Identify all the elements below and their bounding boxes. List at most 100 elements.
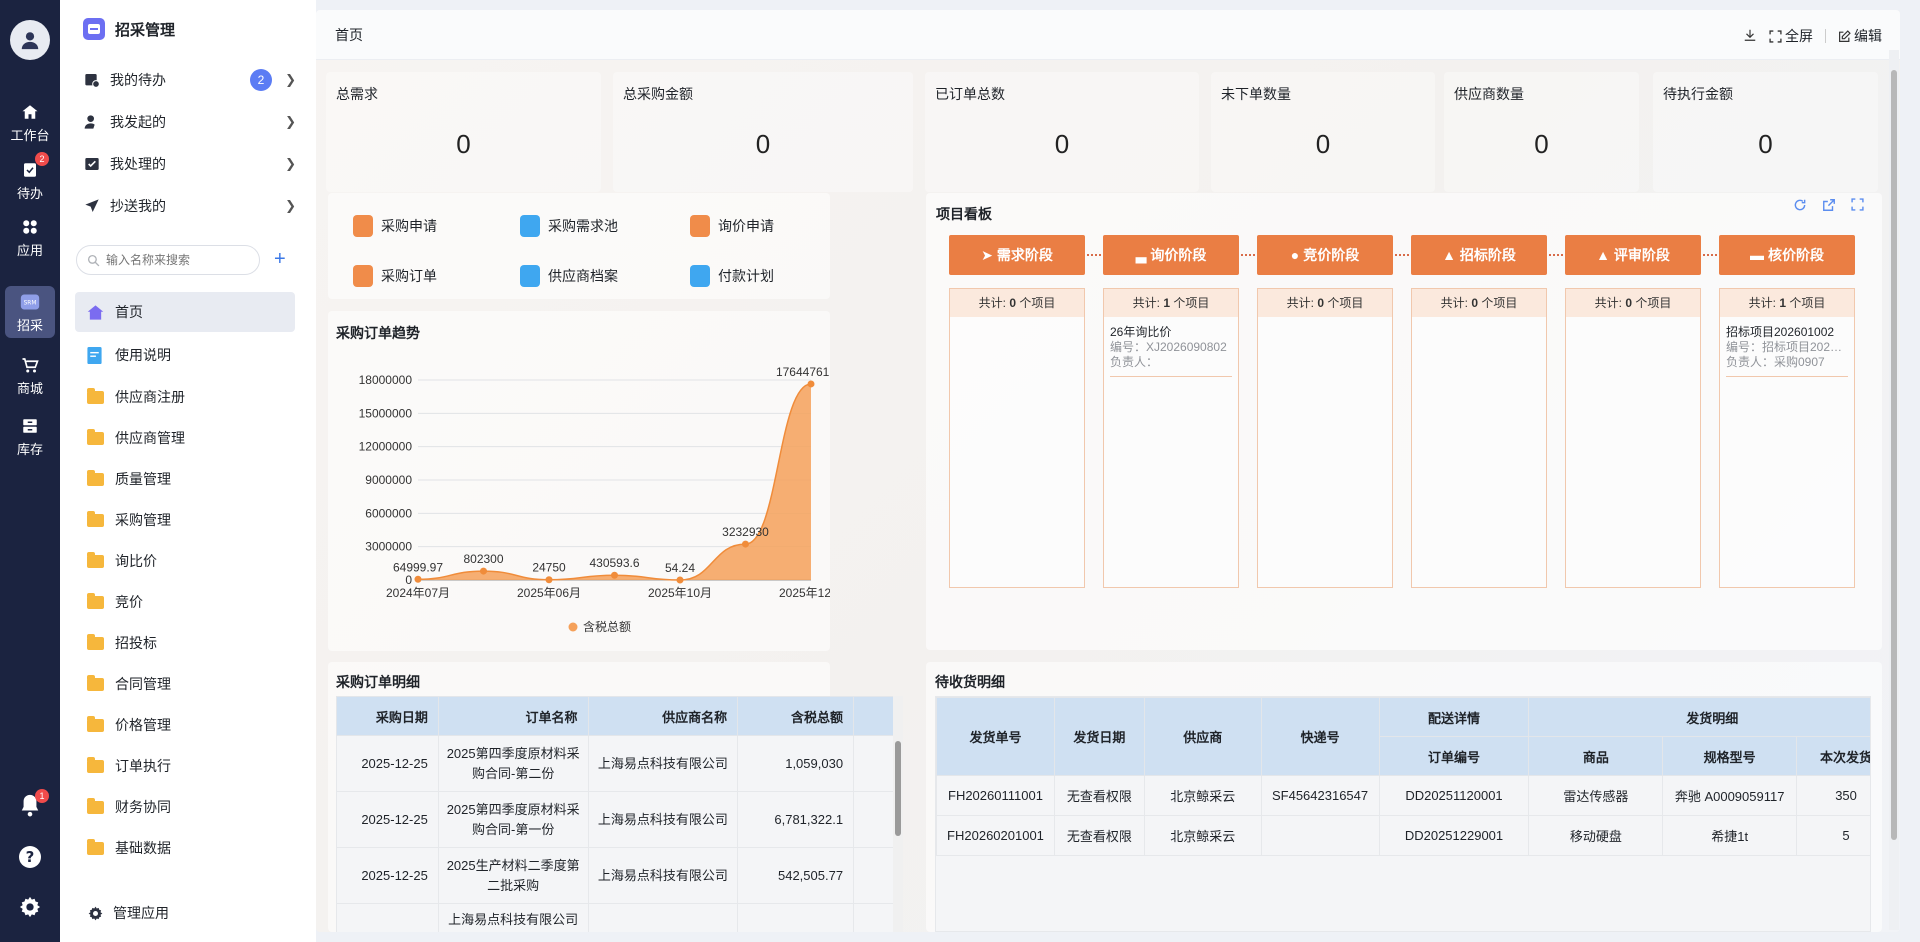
home-icon <box>19 101 41 123</box>
chart-title: 采购订单趋势 <box>336 325 420 341</box>
y-tick-label: 18000000 <box>359 373 413 387</box>
stage-button-pricing[interactable]: ▬ 核价阶段 <box>1719 235 1855 275</box>
rail-item-mall[interactable]: 商城 <box>0 350 60 400</box>
nav-item-bidding[interactable]: 竞价 <box>75 582 295 622</box>
search-input[interactable] <box>106 253 246 267</box>
todo-handled[interactable]: 我处理的 ❯ <box>84 150 296 178</box>
inquiry-request-icon <box>690 215 710 237</box>
quick-link-payment-plan[interactable]: 付款计划 <box>690 265 774 287</box>
rail-item-apps[interactable]: 应用 <box>0 212 60 262</box>
rail-item-workbench[interactable]: 工作台 <box>0 97 60 147</box>
data-label: 17644761.49 <box>776 365 830 379</box>
nav-item-manual[interactable]: 使用说明 <box>75 335 295 375</box>
rail-item-srm[interactable]: SRM 招采 <box>5 286 55 338</box>
todo-initiated[interactable]: 我发起的 ❯ <box>84 108 296 136</box>
task-icon: 2 <box>19 151 49 181</box>
main-scrollbar[interactable] <box>1889 50 1899 930</box>
search-box <box>76 245 260 275</box>
refresh-button[interactable] <box>1793 198 1807 215</box>
payment-plan-icon <box>690 265 710 287</box>
nav-item-quality[interactable]: 质量管理 <box>75 459 295 499</box>
table-row[interactable]: 上海易点科技有限公司 <box>336 903 900 932</box>
nav-item-finance[interactable]: 财务协同 <box>75 787 295 827</box>
svg-text:?: ? <box>26 848 35 866</box>
nav-item-contract[interactable]: 合同管理 <box>75 664 295 704</box>
y-tick-label: 0 <box>405 573 412 587</box>
stage-column-demand: 共计: 0 个项目 <box>949 288 1085 588</box>
todo-my-pending[interactable]: 我的待办 2 ❯ <box>84 66 296 94</box>
external-link-icon <box>1823 199 1835 211</box>
help-button[interactable]: ? <box>18 845 42 872</box>
download-button[interactable] <box>1743 28 1757 45</box>
quick-link-inquiry-request[interactable]: 询价申请 <box>690 215 774 237</box>
table-row[interactable]: FH20260201001 无查看权限 北京鲸采云 DD20251229001 … <box>936 815 1870 856</box>
nav-item-supplier-register[interactable]: 供应商注册 <box>75 377 295 417</box>
rail-item-todo[interactable]: 2 待办 <box>0 151 60 205</box>
stage-count: 共计: 1 个项目 <box>1104 289 1238 317</box>
edit-button[interactable]: 编辑 <box>1838 26 1882 46</box>
chevron-right-icon: ❯ <box>285 72 296 87</box>
nav-item-base-data[interactable]: 基础数据 <box>75 828 295 868</box>
stage-connector <box>1699 254 1717 256</box>
table-row[interactable]: 2025-12-25 2025第四季度原材料采购合同-第二份 上海易点科技有限公… <box>336 735 900 792</box>
stage-button-review[interactable]: ▲ 评审阶段 <box>1565 235 1701 275</box>
send-icon: ➤ <box>981 246 993 263</box>
doc-icon <box>87 346 105 364</box>
stage-column-auction: 共计: 0 个项目 <box>1257 288 1393 588</box>
quick-link-supplier-archive[interactable]: 供应商档案 <box>520 265 618 287</box>
stage-count: 共计: 0 个项目 <box>1412 289 1546 317</box>
settings-button[interactable] <box>19 896 41 921</box>
home-icon <box>87 303 105 321</box>
nav-item-supplier-manage[interactable]: 供应商管理 <box>75 418 295 458</box>
nav-item-home[interactable]: 首页 <box>75 292 295 332</box>
kanban-title: 项目看板 <box>936 206 992 222</box>
stage-button-tender[interactable]: ▲ 招标阶段 <box>1411 235 1547 275</box>
folder-icon <box>87 838 105 857</box>
project-card[interactable]: 招标项目202601002 编号：招标项目2026010 负责人：采购0907 <box>1726 325 1848 377</box>
nav-item-price[interactable]: 价格管理 <box>75 705 295 745</box>
table-row[interactable]: FH20260111001 无查看权限 北京鲸采云 SF45642316547 … <box>936 775 1870 816</box>
divider <box>1825 29 1826 43</box>
orders-scrollbar[interactable] <box>893 696 903 932</box>
stat-card-suppliers: 供应商数量 0 <box>1444 72 1639 192</box>
data-point <box>414 575 422 583</box>
legend-swatch <box>568 622 578 632</box>
stage-button-inquiry[interactable]: ▃ 询价阶段 <box>1103 235 1239 275</box>
expand-button[interactable] <box>1851 198 1864 214</box>
orders-title: 采购订单明细 <box>336 674 420 690</box>
bell-button[interactable]: 1 <box>19 789 49 820</box>
manage-app-button[interactable]: 管理应用 <box>88 903 169 923</box>
folder-icon <box>87 551 105 570</box>
rail-item-inventory[interactable]: 库存 <box>0 411 60 461</box>
folder-icon <box>87 469 105 488</box>
data-label: 430593.6 <box>589 556 639 570</box>
quick-link-demand-pool[interactable]: 采购需求池 <box>520 215 618 237</box>
stage-button-demand[interactable]: ➤ 需求阶段 <box>949 235 1085 275</box>
stat-card-total-demand: 总需求 0 <box>326 72 601 192</box>
refresh-icon <box>1794 199 1806 211</box>
quick-link-purchase-order[interactable]: 采购订单 <box>353 265 437 287</box>
stage-button-auction[interactable]: ● 竞价阶段 <box>1257 235 1393 275</box>
project-card[interactable]: 26年询比价 编号：XJ2026090802 负责人： <box>1110 325 1232 377</box>
chevron-right-icon: ❯ <box>285 114 296 129</box>
data-label: 802300 <box>463 552 503 566</box>
nav-item-order-exec[interactable]: 订单执行 <box>75 746 295 786</box>
todo-cc[interactable]: 抄送我的 ❯ <box>84 192 296 220</box>
gear-icon <box>88 906 103 920</box>
nav-item-purchase[interactable]: 采购管理 <box>75 500 295 540</box>
nav-item-tender[interactable]: 招投标 <box>75 623 295 663</box>
data-point <box>676 576 684 584</box>
gear-icon <box>19 896 41 918</box>
add-button[interactable]: + <box>274 248 286 271</box>
y-tick-label: 12000000 <box>359 440 413 454</box>
table-row[interactable]: 2025-12-25 2025生产材料二季度第二批采购 上海易点科技有限公司 5… <box>336 847 900 904</box>
nav-item-inquiry[interactable]: 询比价 <box>75 541 295 581</box>
avatar[interactable] <box>10 20 50 60</box>
table-row[interactable]: 2025-12-25 2025第四季度原材料采购合同-第一份 上海易点科技有限公… <box>336 791 900 848</box>
data-label: 3232930 <box>722 525 769 539</box>
fullscreen-button[interactable]: 全屏 <box>1769 26 1813 46</box>
sidebar: 招采管理 我的待办 2 ❯ 我发起的 ❯ 我处理的 ❯ 抄送我的 ❯ + 首页 … <box>60 0 316 942</box>
quick-link-purchase-request[interactable]: 采购申请 <box>353 215 437 237</box>
receipts-table-wrap: 发货单号 发货日期 供应商 快递号 配送详情 发货明细 订单编号 商品 规格型号… <box>935 696 1871 932</box>
open-external-button[interactable] <box>1822 198 1836 215</box>
